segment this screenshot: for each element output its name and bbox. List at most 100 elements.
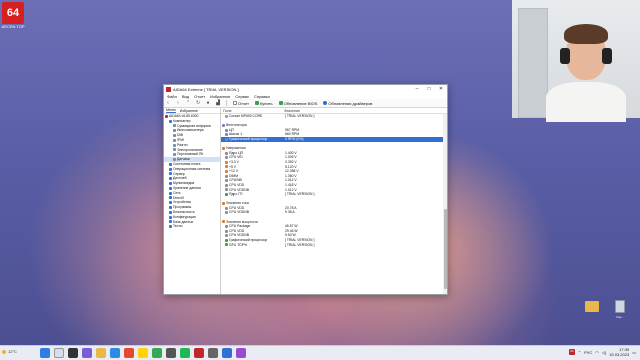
menu-help[interactable]: Справка [254,94,270,99]
sensor-icon [222,202,225,206]
network-icon[interactable]: ◠ [595,350,599,355]
download-icon [278,101,283,105]
sensor-icon [222,146,225,150]
report-button[interactable]: Отчет [233,101,249,106]
app-icon-2[interactable] [208,348,218,358]
sensor-icon [225,114,228,118]
recycle-bin-icon [615,300,625,313]
aida64-taskbar-icon[interactable] [194,348,204,358]
app-icon[interactable] [180,348,190,358]
widgets-icon[interactable] [82,348,92,358]
tree-node-icon [169,210,172,214]
maximize-icon[interactable]: □ [423,86,435,92]
aida64-tray-icon[interactable]: 64 [568,349,575,355]
column-value[interactable]: Значение [284,109,300,113]
tree-node-icon [173,153,176,157]
desktop-recycle-bin[interactable]: Кор... [612,297,628,319]
yandex-icon[interactable] [138,348,148,358]
presenter-hair [564,24,608,44]
tree-node-icon [173,148,176,152]
tree-node-icon [169,177,172,181]
system-tray: 64 ⌃ РУС ◠ ◁) 17:39 15.03.2023 ▭ [568,347,636,357]
webcam-background-door [518,8,548,118]
aida64-app-icon [166,86,171,92]
sensor-icon [225,133,228,137]
back-icon[interactable]: ‹ [166,100,170,106]
chart-icon[interactable]: ▟ [216,100,220,106]
menu-favorites[interactable]: Избранное [210,94,230,99]
webcam-overlay [512,0,640,122]
bios-update-button[interactable]: Обновление BIOS [278,101,317,106]
sensor-icon [225,169,228,173]
tree-node-icon [173,124,176,128]
toolbar-separator [226,100,227,106]
edge-icon[interactable] [110,348,120,358]
menu-tools[interactable]: Сервис [235,94,249,99]
taskbar-apps [40,348,246,358]
field-label: GPU TDP% [229,242,248,247]
navigation-tree: Меню Избранное AIDA64 v6.85.6300 Компьюте… [164,108,221,294]
window-titlebar[interactable]: AIDA64 Extreme [ TRIAL VERSION ] – □ ✕ [164,85,447,93]
tree-node-icon [173,138,176,142]
clock[interactable]: 17:39 15.03.2023 [609,347,629,357]
store-icon[interactable] [124,348,134,358]
notification-icon[interactable]: ▭ [632,350,636,355]
sensor-icon [225,179,228,183]
refresh-icon[interactable]: ↻ [196,100,200,106]
desktop-folder-icon[interactable] [584,297,600,317]
column-field[interactable]: Поле [221,109,284,113]
sensor-icon [225,137,228,141]
sensor-icon [225,151,228,155]
chevron-up-icon[interactable]: ⌃ [578,350,581,355]
language-indicator[interactable]: РУС [584,350,592,355]
value-cell: [ TRIAL VERSION ] [285,242,315,247]
menu-file[interactable]: Файл [167,94,177,99]
sensor-list: Поле Значение Corsair MP600 CORE[ TRIAL … [221,108,447,294]
menu-view[interactable]: Вид [182,94,189,99]
explorer-icon[interactable] [96,348,106,358]
sensor-icon [222,220,225,224]
tab-favorites[interactable]: Избранное [180,109,198,113]
tree-node-icon [169,196,172,200]
tree-node-icon [173,158,176,162]
minimize-icon[interactable]: – [411,86,423,92]
tree-node-icon [169,191,172,195]
settings-icon[interactable] [166,348,176,358]
start-icon[interactable] [40,348,50,358]
channel-logo-caption: ARCEN TOP [1,24,25,29]
tree-node-icon [173,129,176,133]
chrome-icon[interactable] [152,348,162,358]
sensor-row[interactable]: GPU TDP% [ TRIAL VERSION ] [221,243,447,248]
tree-node-icon [169,225,172,229]
tree-node-icon [169,220,172,224]
driver-update-button[interactable]: Обновления драйверов [323,101,372,106]
sensor-icon [225,128,228,132]
forward-icon[interactable]: › [176,100,180,106]
buy-button[interactable]: Купить [254,101,273,106]
tree-node-icon [169,162,172,166]
menu-report[interactable]: Отчет [194,94,205,99]
scrollbar-thumb[interactable] [443,209,447,289]
sensor-icon [225,183,228,187]
sensor-icon [225,225,228,229]
app-icon-3[interactable] [222,348,232,358]
headphone-right [602,48,612,64]
headphone-left [560,48,570,64]
user-icon[interactable]: ● [206,100,210,106]
search-icon[interactable] [54,348,64,358]
volume-icon[interactable]: ◁) [602,350,606,355]
vertical-scrollbar[interactable] [443,114,447,294]
tree-node-icon [169,186,172,190]
weather-widget[interactable]: 12°C [2,349,17,354]
sensor-icon [222,123,225,127]
taskbar: 12°C 64 ⌃ РУС ◠ ◁) 17:39 15.03.2023 ▭ [0,345,640,360]
close-icon[interactable]: ✕ [435,86,447,92]
tree-item[interactable]: Тесты [164,224,220,229]
search-icon [323,101,328,105]
up-icon[interactable]: ⌃ [186,100,190,106]
tree-node-icon [173,143,176,147]
task-view-icon[interactable] [68,348,78,358]
app-icon-4[interactable] [236,348,246,358]
tab-menu[interactable]: Меню [166,108,176,113]
sensor-icon [225,160,228,164]
